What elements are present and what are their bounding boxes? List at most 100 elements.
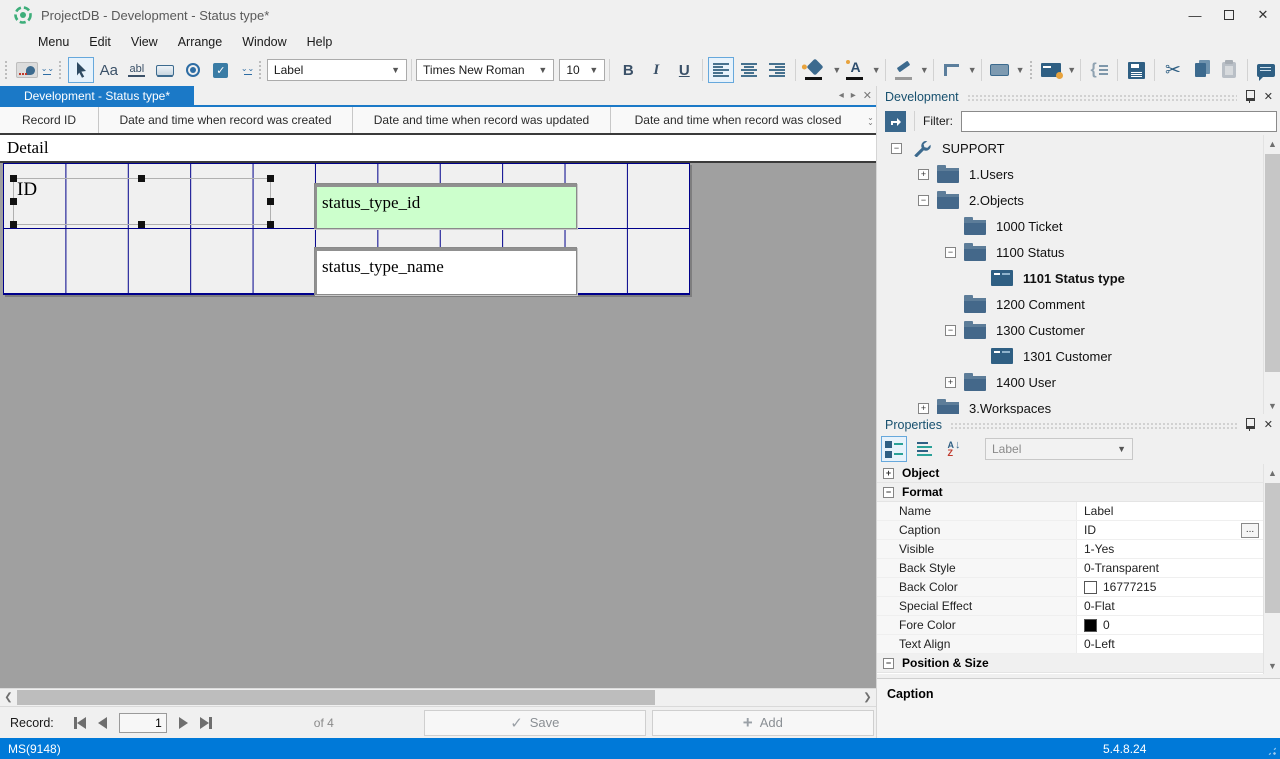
chevron-down-icon[interactable]: ▼ xyxy=(1016,65,1025,75)
scrollbar-thumb[interactable] xyxy=(1265,154,1280,372)
form-history-button[interactable] xyxy=(1038,57,1064,83)
toolbar-grip[interactable] xyxy=(1028,60,1034,80)
property-value[interactable]: 16777215 ... xyxy=(1077,578,1263,596)
panel-close-icon[interactable]: ✕ xyxy=(1264,418,1273,431)
selected-id-label[interactable]: ID xyxy=(10,175,274,228)
property-value[interactable]: 0 ... xyxy=(1077,616,1263,634)
selection-handle[interactable] xyxy=(267,197,274,205)
image-tool-button[interactable] xyxy=(14,57,40,83)
tree-item-2-objects[interactable]: − 2.Objects xyxy=(877,187,1263,213)
save-button[interactable] xyxy=(1123,57,1149,83)
tree-toggle[interactable]: − xyxy=(945,246,956,258)
comment-button[interactable] xyxy=(1253,57,1279,83)
panel-close-icon[interactable]: ✕ xyxy=(1264,90,1273,103)
border-corner-button[interactable] xyxy=(939,57,965,83)
panel-drag-area[interactable] xyxy=(966,94,1237,102)
property-row-name[interactable]: Name Label ... xyxy=(877,502,1263,521)
toolbar-grip[interactable] xyxy=(258,60,263,80)
selection-handle[interactable] xyxy=(138,221,145,228)
property-row-back-style[interactable]: Back Style 0-Transparent ... xyxy=(877,559,1263,578)
radio-tool-button[interactable] xyxy=(180,57,206,83)
control-type-combo[interactable]: Label ▼ xyxy=(266,59,408,81)
checkbox-tool-button[interactable]: ✓ xyxy=(208,57,234,83)
record-number-input[interactable] xyxy=(118,712,167,733)
column-header-updated[interactable]: Date and time when record was updated xyxy=(353,107,611,133)
chevron-down-icon[interactable]: ▼ xyxy=(968,65,977,75)
underline-button[interactable]: U xyxy=(671,57,697,83)
tree-item-1100-status[interactable]: − 1100 Status xyxy=(877,239,1263,265)
property-value[interactable]: Label ... xyxy=(1077,502,1263,520)
property-value[interactable]: 0-Flat ... xyxy=(1077,597,1263,615)
close-button[interactable]: ✕ xyxy=(1246,1,1280,29)
cut-button[interactable]: ✂ xyxy=(1160,57,1186,83)
scroll-up-arrow-icon[interactable]: ▲ xyxy=(1264,135,1280,152)
detail-section-bar[interactable]: Detail xyxy=(0,133,876,163)
tree-item-1000-ticket[interactable]: 1000 Ticket xyxy=(877,213,1263,239)
categorized-view-button[interactable] xyxy=(881,436,907,462)
column-header-closed[interactable]: Date and time when record was closed xyxy=(611,107,865,133)
align-right-button[interactable] xyxy=(764,57,790,83)
scroll-right-arrow-icon[interactable]: ❯ xyxy=(859,689,876,706)
form-designer-canvas[interactable]: ID status_type_id status_type_name xyxy=(0,163,876,688)
tree-item-1301-customer[interactable]: 1301 Customer xyxy=(877,343,1263,369)
column-header-created[interactable]: Date and time when record was created xyxy=(99,107,353,133)
group-toggle[interactable]: − xyxy=(883,486,894,498)
toolbar-grip[interactable] xyxy=(58,60,63,80)
sort-az-button[interactable]: A Z ↓ xyxy=(941,436,967,462)
fill-color-button[interactable] xyxy=(801,57,829,83)
property-value[interactable]: 0-Transparent ... xyxy=(1077,559,1263,577)
toolbar-overflow-icon[interactable]: ⌄⌄ xyxy=(241,64,254,75)
scroll-up-arrow-icon[interactable]: ▲ xyxy=(1264,464,1280,481)
menu-item-view[interactable]: View xyxy=(121,32,168,52)
chevron-down-icon[interactable]: ▼ xyxy=(1067,65,1076,75)
list-view-button[interactable] xyxy=(911,436,937,462)
toolbar-grip[interactable] xyxy=(4,60,9,80)
shape-button[interactable] xyxy=(987,57,1013,83)
tree-item-1-users[interactable]: + 1.Users xyxy=(877,161,1263,187)
property-value[interactable]: ID ... xyxy=(1077,521,1263,539)
add-record-button[interactable]: + Add xyxy=(651,709,874,736)
property-value[interactable]: 1-Yes ... xyxy=(1077,540,1263,558)
scroll-left-arrow-icon[interactable]: ❮ xyxy=(0,689,17,706)
property-row-object[interactable]: + Object xyxy=(877,464,1263,483)
horizontal-scrollbar[interactable]: ❮ ❯ xyxy=(0,688,876,706)
tree-item-1300-customer[interactable]: − 1300 Customer xyxy=(877,317,1263,343)
tab-scroll-right-icon[interactable]: ▸ xyxy=(851,90,856,101)
font-size-combo[interactable]: 10 ▼ xyxy=(559,59,606,81)
field-status-type-name[interactable]: status_type_name xyxy=(314,247,577,295)
copy-button[interactable] xyxy=(1188,57,1214,83)
field-status-type-id[interactable]: status_type_id xyxy=(314,183,577,229)
ellipsis-button[interactable]: ... xyxy=(1241,522,1259,538)
next-record-button[interactable] xyxy=(173,716,194,729)
selection-handle[interactable] xyxy=(10,175,17,182)
chevron-down-icon[interactable]: ▼ xyxy=(920,65,929,75)
selection-handle[interactable] xyxy=(267,221,274,228)
goto-object-button[interactable] xyxy=(885,110,906,132)
scrollbar-thumb[interactable] xyxy=(1265,483,1280,613)
tab-close-icon[interactable]: ✕ xyxy=(863,89,872,102)
tree-item-1200-comment[interactable]: 1200 Comment xyxy=(877,291,1263,317)
tab-scroll-left-icon[interactable]: ◂ xyxy=(839,90,844,101)
tree-toggle[interactable]: − xyxy=(918,194,929,206)
selection-handle[interactable] xyxy=(138,175,145,182)
scroll-down-arrow-icon[interactable]: ▼ xyxy=(1264,657,1280,674)
scroll-down-arrow-icon[interactable]: ▼ xyxy=(1264,397,1280,414)
select-pointer-button[interactable] xyxy=(67,57,94,83)
first-record-button[interactable] xyxy=(68,716,92,729)
property-row-caption[interactable]: Caption ID ... xyxy=(877,521,1263,540)
group-toggle[interactable]: + xyxy=(883,467,894,479)
tree-scrollbar[interactable]: ▲ ▼ xyxy=(1263,135,1280,414)
menu-item-arrange[interactable]: Arrange xyxy=(168,32,232,52)
property-row-position-size[interactable]: − Position & Size xyxy=(877,654,1263,673)
align-left-button[interactable] xyxy=(708,57,735,83)
save-record-button[interactable]: ✓ Save xyxy=(423,709,646,736)
filter-input[interactable] xyxy=(961,110,1277,132)
maximize-button[interactable] xyxy=(1212,1,1246,29)
property-value[interactable]: 0-Left ... xyxy=(1077,635,1263,653)
tree-item-1101-status-type[interactable]: 1101 Status type xyxy=(877,265,1263,291)
property-row-fore-color[interactable]: Fore Color 0 ... xyxy=(877,616,1263,635)
design-grid[interactable]: ID status_type_id status_type_name xyxy=(3,163,690,295)
menu-item-menu[interactable]: Menu xyxy=(28,32,79,52)
menu-item-edit[interactable]: Edit xyxy=(79,32,121,52)
resize-grip[interactable] xyxy=(1267,746,1277,756)
